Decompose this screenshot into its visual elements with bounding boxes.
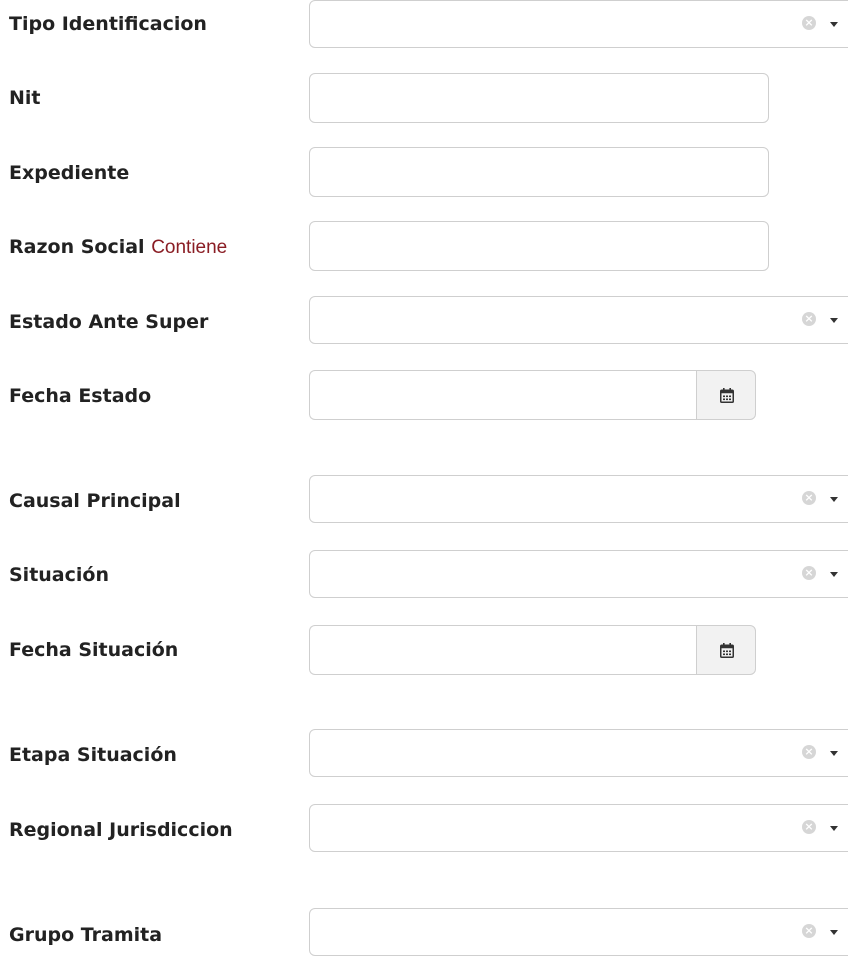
tipo-identificacion-label: Tipo Identificacion	[9, 13, 207, 35]
fecha-estado-calendar-button[interactable]	[696, 370, 756, 420]
clear-icon[interactable]: ×	[802, 312, 816, 326]
regional-jurisdiccion-select[interactable]: ×	[309, 804, 848, 852]
fecha-situacion-input[interactable]	[309, 625, 696, 675]
clear-icon[interactable]: ×	[802, 16, 816, 30]
fecha-estado-picker	[309, 370, 756, 420]
razon-social-label-text: Razon Social	[9, 236, 145, 258]
fecha-situacion-picker	[309, 625, 756, 675]
expediente-input[interactable]	[309, 147, 769, 197]
chevron-down-icon[interactable]	[830, 930, 838, 935]
situacion-label: Situación	[9, 564, 109, 586]
clear-icon[interactable]: ×	[802, 745, 816, 759]
razon-social-input[interactable]	[309, 221, 769, 271]
clear-icon[interactable]: ×	[802, 924, 816, 938]
etapa-situacion-label: Etapa Situación	[9, 744, 177, 766]
etapa-situacion-select[interactable]: ×	[309, 729, 848, 777]
estado-ante-super-label: Estado Ante Super	[9, 311, 209, 333]
tipo-identificacion-select[interactable]: ×	[309, 0, 848, 48]
chevron-down-icon[interactable]	[830, 826, 838, 831]
grupo-tramita-label: Grupo Tramita	[9, 924, 163, 946]
chevron-down-icon[interactable]	[830, 497, 838, 502]
clear-icon[interactable]: ×	[802, 566, 816, 580]
causal-principal-label: Causal Principal	[9, 490, 181, 512]
chevron-down-icon[interactable]	[830, 572, 838, 577]
chevron-down-icon[interactable]	[830, 318, 838, 323]
chevron-down-icon[interactable]	[830, 22, 838, 27]
chevron-down-icon[interactable]	[830, 751, 838, 756]
fecha-situacion-label: Fecha Situación	[9, 639, 179, 661]
clear-icon[interactable]: ×	[802, 491, 816, 505]
nit-input[interactable]	[309, 73, 769, 123]
fecha-situacion-calendar-button[interactable]	[696, 625, 756, 675]
calendar-icon	[720, 643, 734, 658]
search-form: Tipo Identificacion × Nit Expediente Raz…	[0, 0, 848, 958]
razon-social-hint: Contiene	[151, 237, 228, 258]
grupo-tramita-select[interactable]: ×	[309, 908, 848, 956]
fecha-estado-label: Fecha Estado	[9, 385, 152, 407]
razon-social-label: Razon Social Contiene	[9, 232, 227, 262]
calendar-icon	[720, 388, 734, 403]
nit-label: Nit	[9, 87, 41, 109]
causal-principal-select[interactable]: ×	[309, 475, 848, 523]
regional-jurisdiccion-label: Regional Jurisdiccion	[9, 819, 233, 841]
fecha-estado-input[interactable]	[309, 370, 696, 420]
estado-ante-super-select[interactable]: ×	[309, 296, 848, 344]
clear-icon[interactable]: ×	[802, 820, 816, 834]
expediente-label: Expediente	[9, 162, 130, 184]
situacion-select[interactable]: ×	[309, 550, 848, 598]
